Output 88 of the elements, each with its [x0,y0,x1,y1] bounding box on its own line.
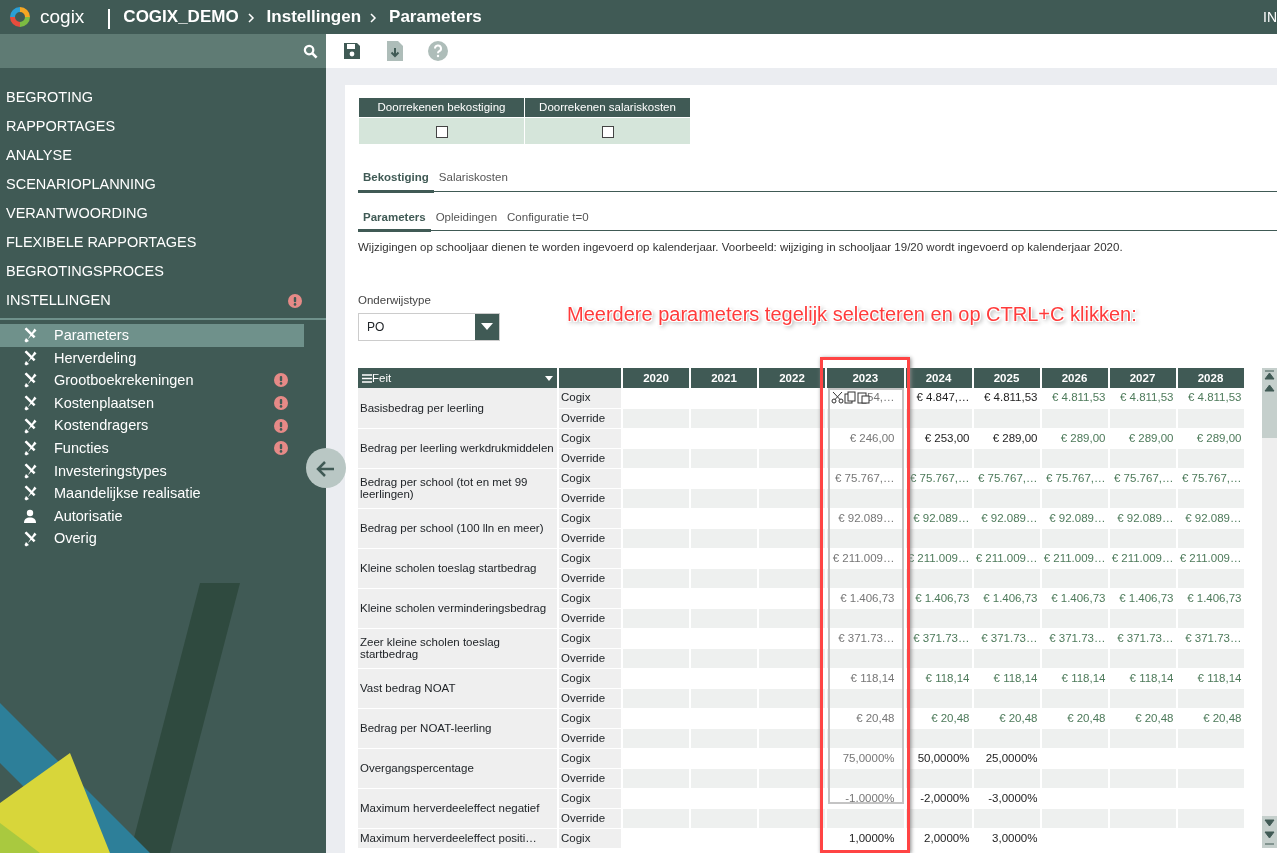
row-label: Zeer kleine scholen toeslag startbedrag [358,628,558,669]
source-label: Cogix [558,388,622,409]
sidebar-section[interactable]: FLEXIBELE RAPPORTAGES [0,228,326,257]
sidebar-item[interactable]: Maandelijkse realisatie [0,482,304,505]
divider-icon [108,8,112,29]
back-arrow-icon [316,458,336,479]
row-label: Bedrag per leerling werkdrukmiddelen [358,428,558,469]
row-label: Kleine scholen toeslag startbedrag [358,548,558,589]
sidebar-section[interactable]: SCENARIOPLANNING [0,170,326,199]
column-header: 2022 [758,368,826,389]
tools-icon [22,327,38,344]
alert-icon [274,396,288,411]
breadcrumb-item[interactable]: COGIX_DEMO [123,4,239,30]
row-label: Bedrag per school (tot en met 99 leerlingen) [358,468,558,509]
tab[interactable]: Configuratie t=0 [502,206,594,230]
select-field[interactable]: PO [358,313,500,342]
tab[interactable]: Opleidingen [430,206,503,230]
row-label: Bedrag per school (100 lln en meer) [358,508,558,549]
row-label: Maximum herverdeeleffect positi… [358,828,558,849]
alert-icon [274,418,288,433]
sidebar-item[interactable]: Kostendragers [0,414,304,437]
column-header: 2028 [1176,368,1245,389]
sidebar-item[interactable]: Investeringstypes [0,459,304,483]
tools-icon [22,349,38,366]
user-icon [22,508,38,525]
logo-icon [8,5,32,30]
tools-icon [22,395,38,412]
save-icon[interactable] [342,41,362,61]
sidebar-item[interactable]: Autorisatie [0,504,304,528]
sidebar-item[interactable]: Kostenplaatsen [0,391,304,415]
column-header: 2026 [1040,368,1109,389]
sidebar-section[interactable]: VERANTWOORDING [0,199,326,228]
row-label: Bedrag per NOAT-leerling [358,708,558,749]
alert-icon [288,293,302,308]
column-header: 2027 [1108,368,1177,389]
chevron-icon [369,12,378,23]
chevron-icon [246,12,255,23]
column-header[interactable]: Feit [358,368,558,389]
scissors-icon[interactable] [831,391,844,405]
row-label: Kleine scholen verminderingsbedrag [358,588,558,629]
search-icon[interactable] [303,43,318,59]
checkbox[interactable] [435,126,448,138]
tab[interactable]: Salariskosten [433,167,513,191]
scrollbar-drawing[interactable] [1262,368,1277,849]
caret-icon [545,375,553,381]
column-header: 2020 [622,368,690,389]
row-label: Overgangspercentage [358,748,558,789]
alert-icon [274,373,288,388]
user-initials[interactable]: IN [1263,6,1277,28]
column-header: 2021 [690,368,758,389]
tools-icon [22,440,38,457]
column-header: Doorrekenen salariskosten [524,97,691,118]
alert-icon [274,441,288,456]
sidebar-item[interactable]: Functies [0,436,304,460]
breadcrumb-item[interactable]: Instellingen [266,4,362,30]
checkbox[interactable] [601,126,614,138]
sidebar-item[interactable]: Herverdeling [0,346,304,370]
tools-icon [22,485,38,502]
tab[interactable]: Bekostiging [358,167,434,193]
sidebar-section[interactable]: BEGROTINGSPROCES [0,257,326,286]
menu-icon[interactable] [362,373,372,383]
column-header: Doorrekenen bekostiging [358,97,525,118]
sidebar-section[interactable]: INSTELLINGEN [0,286,326,315]
sidebar-section[interactable]: BEGROTING [0,83,326,112]
copy-icon[interactable] [844,391,857,405]
sidebar-item[interactable]: Overig [0,527,304,550]
row-label: Vast bedrag NOAT [358,668,558,709]
tools-icon [22,372,38,389]
column-header: 2024 [904,368,973,389]
tab[interactable]: Parameters [358,206,431,232]
tools-icon [22,462,38,479]
brand-name: cogix [40,4,85,29]
column-header: 2023 [826,368,905,389]
field-label: Onderwijstype [358,293,432,308]
dropdown-caret-icon [481,323,493,332]
sidebar-section[interactable]: RAPPORTAGES [0,112,326,141]
annotation-text: Meerdere parameters tegelijk selecteren en op CTRL+C klikken: [567,302,1137,328]
tools-icon [22,417,38,434]
sidebar-item[interactable]: Grootboekrekeningen [0,369,304,392]
column-header: 2025 [972,368,1041,389]
download-file-icon[interactable] [386,40,404,62]
breadcrumb-item: Parameters [389,6,482,29]
tools-icon [22,530,38,547]
sidebar-section[interactable]: ANALYSE [0,141,326,170]
row-label: Basisbedrag per leerling [358,388,558,429]
sidebar-item[interactable]: Parameters [0,324,304,347]
info-text: Wijzigingen op schooljaar dienen te worden ingevoerd op kalenderjaar. Voorbeeld: wijziging in schooljaar 19/20 wordt ingevoerd op kalenderjaar 2020. [358,239,1124,255]
row-label: Maximum herverdeeleffect negatief [358,788,558,829]
